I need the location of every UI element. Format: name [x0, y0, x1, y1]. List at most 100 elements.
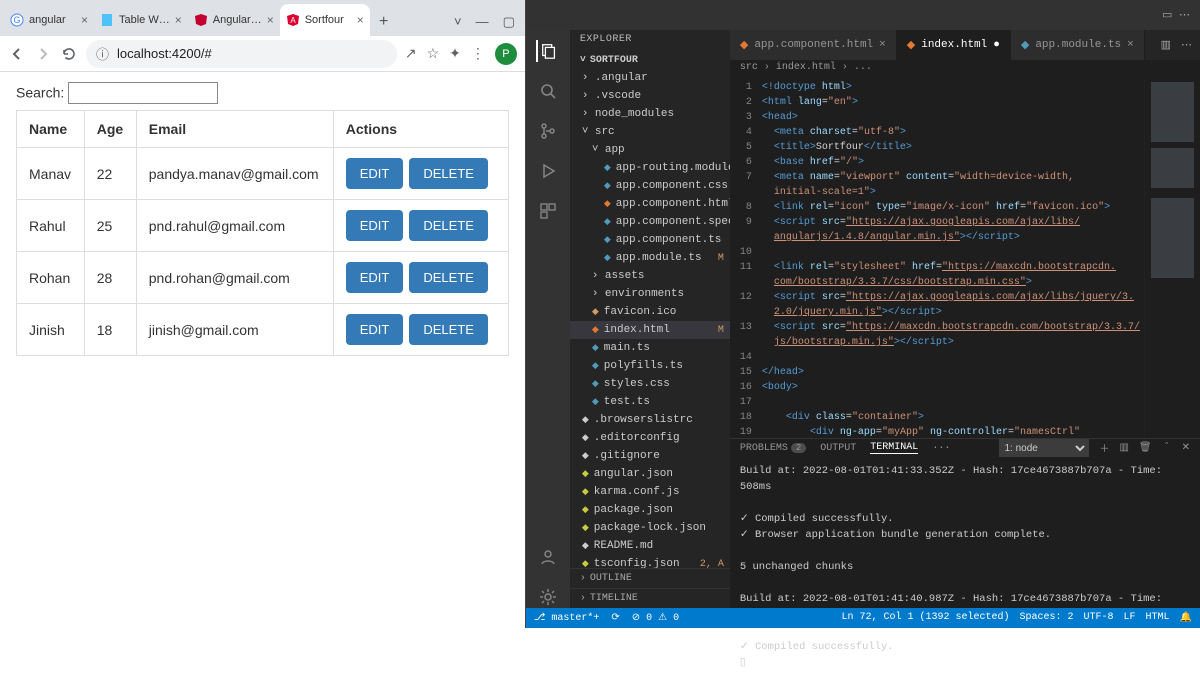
editor-more-icon[interactable]: ⋯	[1181, 38, 1192, 52]
close-tab-icon[interactable]: ×	[81, 13, 88, 27]
back-icon[interactable]	[8, 45, 26, 63]
account-icon[interactable]	[537, 546, 559, 568]
panel-tab-more[interactable]: ···	[932, 443, 950, 454]
project-root[interactable]: ˅SORTFOUR	[570, 52, 730, 69]
tree-node[interactable]: ›node_modules	[570, 105, 730, 123]
delete-button[interactable]: DELETE	[409, 262, 488, 293]
tree-node[interactable]: ◆test.ts	[570, 393, 730, 411]
menu-icon[interactable]: ⋮	[471, 45, 485, 62]
tree-node[interactable]: ›environments	[570, 285, 730, 303]
tree-node[interactable]: ◆app.component.css	[570, 177, 730, 195]
reload-icon[interactable]	[60, 45, 78, 63]
editor-tab[interactable]: ◆app.component.html×	[730, 30, 897, 60]
status-spaces[interactable]: Spaces: 2	[1019, 612, 1073, 624]
edit-button[interactable]: EDIT	[346, 158, 404, 189]
timeline-section[interactable]: ›TIMELINE	[570, 588, 730, 608]
col-name[interactable]: Name	[17, 111, 85, 148]
scm-icon[interactable]	[537, 120, 559, 142]
tree-node[interactable]: ◆tsconfig.json2, A	[570, 555, 730, 568]
close-tab-icon[interactable]: ×	[175, 13, 182, 27]
status-cursor[interactable]: Ln 72, Col 1 (1392 selected)	[841, 612, 1009, 624]
close-panel-icon[interactable]: ✕	[1182, 442, 1190, 454]
titlebar-more-icon[interactable]: ▭ ⋯	[1162, 8, 1200, 22]
delete-button[interactable]: DELETE	[409, 314, 488, 345]
close-tab-icon[interactable]: ×	[267, 13, 274, 27]
tree-node[interactable]: ˅app	[570, 141, 730, 159]
new-terminal-icon[interactable]: ＋	[1099, 440, 1109, 456]
minimap[interactable]	[1144, 78, 1200, 438]
maximize-panel-icon[interactable]: ＾	[1162, 440, 1172, 456]
col-email[interactable]: Email	[136, 111, 333, 148]
edit-button[interactable]: EDIT	[346, 210, 404, 241]
extensions-icon[interactable]: ✦	[449, 45, 461, 62]
tree-node[interactable]: ◆app.component.html	[570, 195, 730, 213]
extensions-icon[interactable]	[537, 200, 559, 222]
split-editor-icon[interactable]: ▥	[1161, 38, 1171, 52]
explorer-icon[interactable]	[536, 40, 558, 62]
settings-gear-icon[interactable]	[537, 586, 559, 608]
tree-node[interactable]: ˅src	[570, 123, 730, 141]
close-icon[interactable]: ×	[1127, 39, 1134, 51]
breadcrumb[interactable]: src › index.html › ...	[730, 60, 1200, 78]
terminal-output[interactable]: Build at: 2022-08-01T01:41:33.352Z - Has…	[730, 457, 1200, 677]
minimize-icon[interactable]: —	[476, 14, 489, 30]
panel-tab-output[interactable]: OUTPUT	[820, 443, 856, 454]
delete-button[interactable]: DELETE	[409, 158, 488, 189]
status-sync-icon[interactable]: ⟳	[611, 612, 619, 624]
tree-node[interactable]: ◆favicon.ico	[570, 303, 730, 321]
code-editor[interactable]: 1234567 89 1011 12 13 141516171819 2021 …	[730, 78, 1200, 438]
search-icon[interactable]	[537, 80, 559, 102]
tree-node[interactable]: ◆styles.css	[570, 375, 730, 393]
tree-node[interactable]: ›assets	[570, 267, 730, 285]
search-input[interactable]	[68, 82, 218, 104]
close-tab-icon[interactable]: ×	[357, 13, 364, 27]
tree-node[interactable]: ◆.editorconfig	[570, 429, 730, 447]
forward-icon[interactable]	[34, 45, 52, 63]
status-lang[interactable]: HTML	[1146, 612, 1170, 624]
status-encoding[interactable]: UTF-8	[1084, 612, 1114, 624]
status-problems[interactable]: ⊘ 0 ⚠ 0	[632, 612, 679, 624]
edit-button[interactable]: EDIT	[346, 314, 404, 345]
new-tab-button[interactable]: +	[370, 8, 398, 36]
tree-node[interactable]: ◆.gitignore	[570, 447, 730, 465]
share-icon[interactable]: ↗	[405, 45, 417, 62]
tree-node[interactable]: ◆karma.conf.js	[570, 483, 730, 501]
tree-node[interactable]: ›.angular	[570, 69, 730, 87]
tree-node[interactable]: ◆app.component.ts	[570, 231, 730, 249]
tree-node[interactable]: ◆polyfills.ts	[570, 357, 730, 375]
panel-tab-problems[interactable]: PROBLEMS2	[740, 443, 806, 454]
browser-tab[interactable]: Angular…×	[188, 4, 280, 36]
tree-node[interactable]: ◆.browserslistrc	[570, 411, 730, 429]
terminal-shell-select[interactable]: 1: node	[999, 439, 1089, 457]
edit-button[interactable]: EDIT	[346, 262, 404, 293]
debug-icon[interactable]	[537, 160, 559, 182]
split-terminal-icon[interactable]: ▥	[1119, 442, 1128, 454]
tree-node[interactable]: ◆app.component.spec.ts	[570, 213, 730, 231]
browser-tab[interactable]: ASortfour×	[280, 4, 370, 36]
maximize-icon[interactable]: ▢	[503, 14, 515, 30]
browser-tab[interactable]: Table W…×	[94, 4, 188, 36]
close-icon[interactable]: ×	[879, 39, 886, 51]
browser-tab[interactable]: Gangular×	[4, 4, 94, 36]
editor-tab[interactable]: ◆app.module.ts×	[1011, 30, 1145, 60]
tree-node[interactable]: ◆angular.json	[570, 465, 730, 483]
panel-tab-terminal[interactable]: TERMINAL	[870, 442, 918, 454]
tree-node[interactable]: ◆package.json	[570, 501, 730, 519]
status-bell-icon[interactable]: 🔔	[1180, 612, 1192, 624]
tree-node[interactable]: ◆README.md	[570, 537, 730, 555]
status-branch[interactable]: ⎇ master*+	[534, 612, 600, 624]
tree-node[interactable]: ◆package-lock.json	[570, 519, 730, 537]
outline-section[interactable]: ›OUTLINE	[570, 568, 730, 588]
col-age[interactable]: Age	[84, 111, 136, 148]
status-eol[interactable]: LF	[1124, 612, 1136, 624]
site-info-icon[interactable]: ⓘ	[96, 44, 109, 63]
tree-node[interactable]: ◆main.ts	[570, 339, 730, 357]
bookmark-icon[interactable]: ☆	[427, 45, 440, 62]
tree-node[interactable]: ◆index.htmlM	[570, 321, 730, 339]
delete-button[interactable]: DELETE	[409, 210, 488, 241]
tree-node[interactable]: ›.vscode	[570, 87, 730, 105]
url-field[interactable]: ⓘ localhost:4200/#	[86, 40, 397, 68]
tree-node[interactable]: ◆app.module.tsM	[570, 249, 730, 267]
chevron-down-icon[interactable]: ˅	[454, 14, 462, 30]
tree-node[interactable]: ◆app-routing.module.ts	[570, 159, 730, 177]
